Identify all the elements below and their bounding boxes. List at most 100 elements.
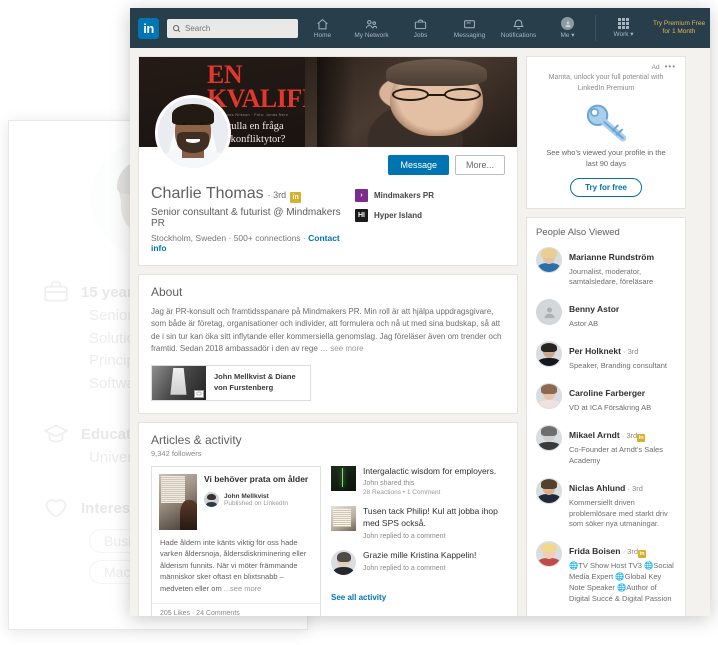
featured-article-card[interactable]: Vi behöver prata om ålder John Mellkvist…	[151, 465, 321, 616]
about-see-more[interactable]: … see more	[318, 344, 364, 353]
about-media-item[interactable]: John Mellkvist & Diane von Furstenberg	[151, 364, 311, 401]
person-degree: · 3rd	[625, 483, 643, 493]
screenshot-stage: 15 years Senior Solutio Princip Softwa E…	[0, 0, 718, 645]
linkedin-badge-icon: in	[290, 192, 302, 203]
profile-card: EN KVALIFICERAD Text: Andreas Nilsson · …	[138, 56, 518, 266]
article-see-more[interactable]: ...see more	[222, 584, 262, 593]
list-item[interactable]: Frida Boisen · 3rd in 🌐TV Show Host TV3 🌐…	[536, 541, 676, 605]
person-description: 🌐TV Show Host TV3 🌐Social Media Expert 🌐…	[569, 561, 674, 603]
main-column: EN KVALIFICERAD Text: Andreas Nilsson · …	[138, 56, 518, 616]
followers-count: 9,342 followers	[151, 448, 202, 458]
glasses-icon	[392, 87, 481, 102]
organization-row[interactable]: › Mindmakers PR	[355, 189, 505, 202]
profile-location: Stockholm, Sweden	[151, 233, 227, 243]
media-title-line2: von Furstenberg	[214, 382, 274, 392]
graduation-cap-icon	[43, 424, 69, 443]
profile-avatar[interactable]	[155, 95, 231, 171]
person-description: Co-Founder at Arndt's Sales Academy	[569, 444, 663, 465]
media-title-line1: John Mellkvist & Diane	[214, 371, 296, 381]
hyper-island-logo-icon: HI	[355, 209, 368, 222]
profile-identity: Charlie Thomas · 3rd in Senior consultan…	[151, 185, 355, 253]
linkedin-logo-icon[interactable]: in	[138, 17, 159, 39]
person-name: Niclas Ahlund	[569, 482, 626, 493]
search-input[interactable]	[185, 23, 293, 33]
try-for-free-button[interactable]: Try for free	[570, 177, 642, 197]
top-navigation-bar: in Home M	[130, 8, 710, 48]
activity-item[interactable]: Intergalactic wisdom for employers. John…	[331, 465, 505, 496]
person-description: Journalist, moderator, samtalsledare, fö…	[569, 266, 654, 287]
nav-item-me[interactable]: Me ▾	[543, 8, 592, 48]
nav-divider	[595, 15, 596, 41]
nav-label: Home	[313, 31, 332, 39]
premium-line-2: for 1 Month	[662, 28, 696, 35]
profile-meta: Stockholm, Sweden · 500+ connections · C…	[151, 233, 345, 253]
activity-thumbnail	[331, 550, 356, 576]
activity-item[interactable]: Grazie mille Kristina Kappelin! John rep…	[331, 550, 505, 576]
articles-activity-grid: Vi behöver prata om ålder John Mellkvist…	[139, 458, 517, 616]
home-icon	[317, 18, 328, 29]
meta-separator: ·	[226, 233, 234, 243]
nav-item-jobs[interactable]: Jobs	[396, 8, 445, 48]
nav-label: Work ▾	[613, 30, 634, 38]
nav-items: Home My Network Jobs Messaging Notificat…	[298, 8, 710, 48]
activity-subtitle: John replied to a comment	[363, 565, 446, 573]
person-description: VD at ICA Försäkring AB	[569, 403, 652, 412]
person-degree: · 3rd	[620, 347, 639, 357]
nav-item-my-network[interactable]: My Network	[347, 8, 396, 48]
article-excerpt: Hade åldern inte känts viktig för oss ha…	[152, 537, 320, 603]
person-degree: · 3rd	[620, 547, 638, 557]
linkedin-badge-icon: in	[638, 550, 646, 559]
linkedin-window: in Home M	[130, 8, 710, 616]
list-item[interactable]: Per Holknekt · 3rd Speaker, Branding con…	[536, 341, 676, 372]
message-button[interactable]: Message	[388, 155, 449, 175]
activity-item[interactable]: Tusen tack Philip! Kul att jobba ihop me…	[331, 506, 505, 540]
people-also-viewed-card: People Also Viewed Marianne Rundström Jo…	[526, 216, 686, 616]
profile-body: Message More... Charlie Thomas · 3rd in	[139, 95, 517, 265]
nav-label: Jobs	[413, 31, 428, 39]
nav-item-home[interactable]: Home	[298, 8, 347, 48]
person-name: Marianne Rundström	[569, 251, 655, 262]
nav-item-messaging[interactable]: Messaging	[445, 8, 494, 48]
person-name: Caroline Farberger	[569, 388, 646, 398]
list-item[interactable]: Marianne Rundström Journalist, moderator…	[536, 246, 676, 289]
person-name: Frida Boisen	[569, 546, 621, 557]
see-all-activity-link[interactable]: See all activity	[331, 593, 386, 602]
nav-label: Me ▾	[560, 32, 575, 39]
profile-info-columns: Charlie Thomas · 3rd in Senior consultan…	[151, 185, 505, 253]
nav-label: Messaging	[453, 31, 486, 39]
person-degree: · 3rd	[619, 430, 638, 440]
activity-subtitle: John replied to a comment	[363, 533, 446, 541]
organization-row[interactable]: HI Hyper Island	[355, 209, 505, 222]
briefcase-icon	[44, 281, 68, 302]
person-description: Kommersiellt driven problemlösare med st…	[569, 497, 668, 529]
briefcase-icon	[414, 19, 427, 29]
article-top: Vi behöver prata om ålder John Mellkvist…	[152, 467, 320, 537]
nav-item-work[interactable]: Work ▾	[599, 8, 648, 48]
heart-icon	[45, 498, 67, 518]
person-name: Benny Astor	[569, 304, 620, 315]
media-type-icon	[194, 389, 204, 398]
bell-icon	[513, 19, 524, 29]
page-title: Charlie Thomas	[151, 185, 264, 202]
nav-item-notifications[interactable]: Notifications	[494, 8, 543, 48]
ad-options-icon[interactable]: •••	[665, 63, 676, 71]
person-placeholder-icon	[544, 307, 554, 318]
people-also-viewed-title: People Also Viewed	[536, 226, 620, 238]
list-item[interactable]: Benny Astor Astor AB	[536, 299, 676, 330]
cover-gradient	[316, 57, 355, 147]
list-item[interactable]: Niclas Ahlund · 3rd Kommersiellt driven …	[536, 477, 676, 531]
network-icon	[365, 19, 378, 28]
article-author: John Mellkvist	[224, 492, 269, 500]
premium-line-1: Try Premium Free	[652, 19, 706, 27]
meta-separator: ·	[300, 233, 309, 243]
linkedin-badge-icon: in	[637, 433, 646, 442]
try-premium-link[interactable]: Try Premium Free for 1 Month	[648, 20, 710, 37]
search-box[interactable]	[167, 18, 298, 38]
list-item[interactable]: Caroline Farberger VD at ICA Försäkring …	[536, 383, 676, 414]
person-description: Astor AB	[569, 319, 599, 329]
more-button[interactable]: More...	[454, 155, 505, 175]
organization-name: Mindmakers PR	[374, 191, 435, 200]
article-title: Vi behöver prata om ålder	[204, 473, 309, 484]
message-icon	[464, 19, 475, 28]
list-item[interactable]: Mikael Arndt · 3rd in Co-Founder at Arndt…	[536, 424, 676, 467]
